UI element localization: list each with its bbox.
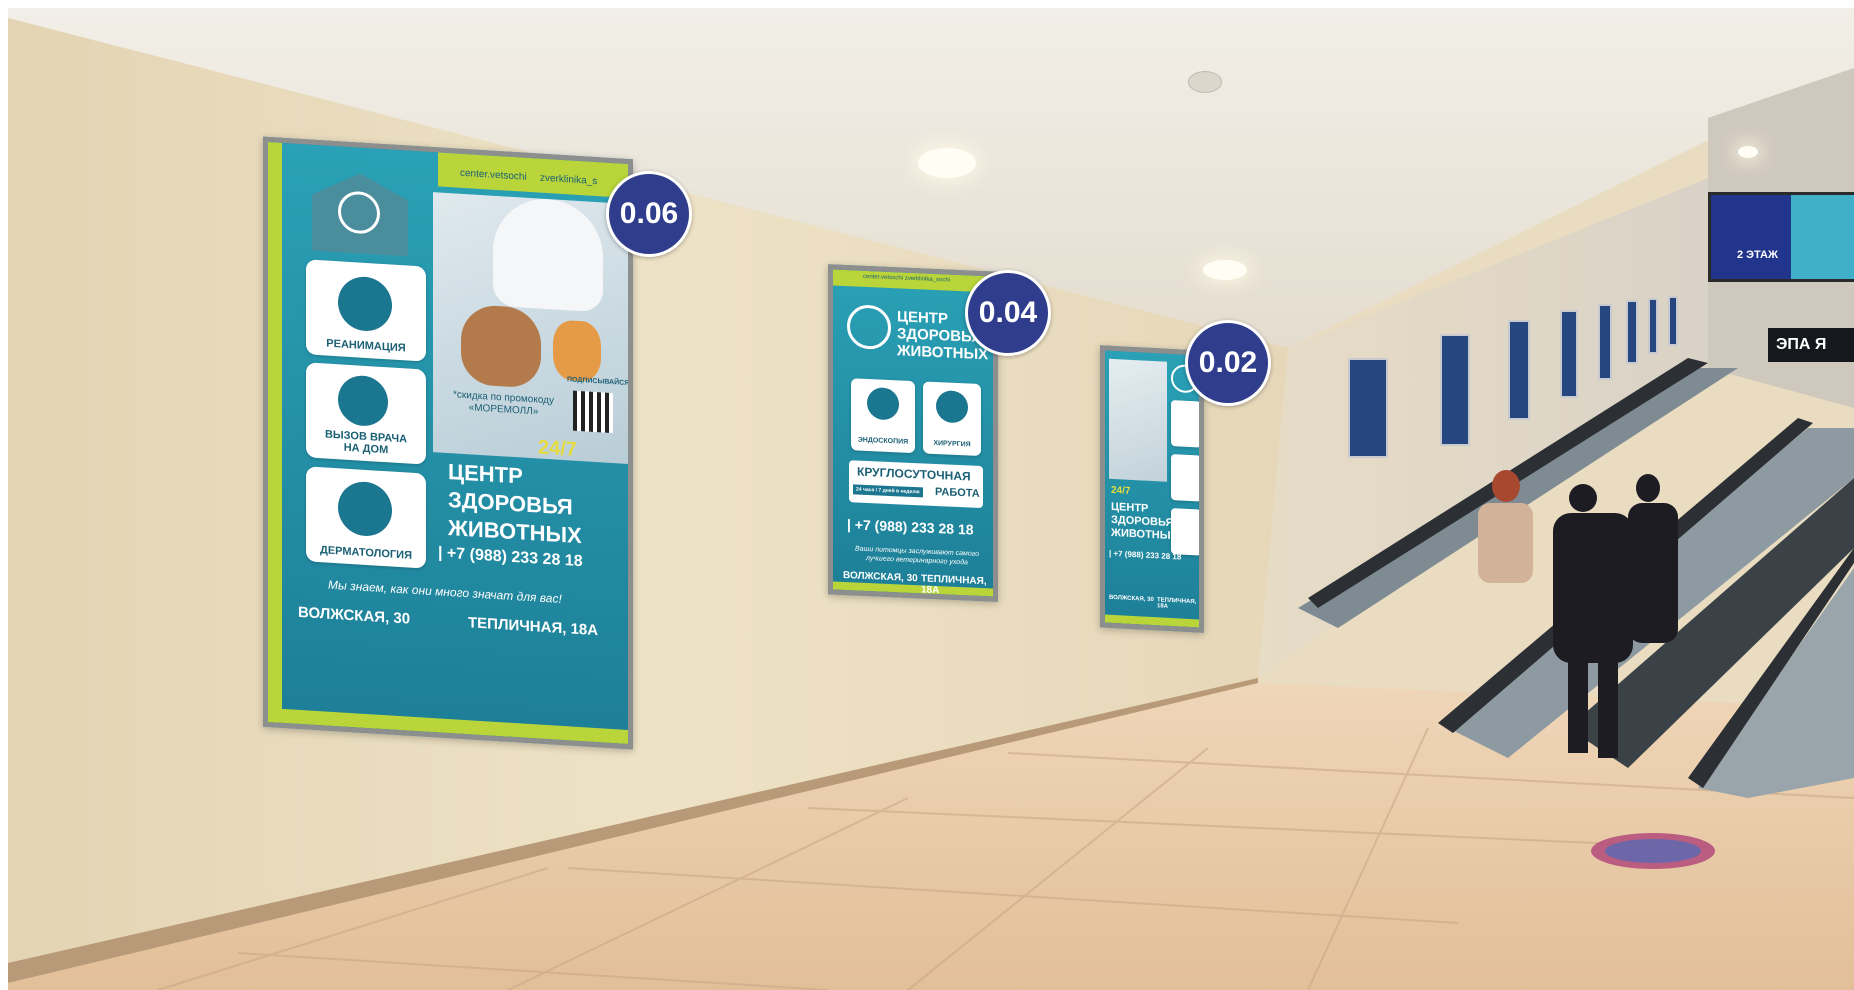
ambulance-icon (338, 374, 388, 428)
screen-floor-label: 2 ЭТАЖ (1737, 249, 1778, 261)
service-label: ЭНДОСКОПИЯ (857, 436, 909, 446)
clinic-title: ЦЕНТР ЗДОРОВЬЯ ЖИВОТНЫХ (1111, 500, 1178, 543)
dog-image (461, 303, 541, 389)
hours-text: 24/7 (538, 436, 577, 461)
service-tile-dermatology: ДЕРМАТОЛОГИЯ (306, 466, 426, 569)
banner-line-1: КРУГЛОСУТОЧНАЯ (857, 464, 971, 484)
escalator-wall-poster (1648, 298, 1658, 354)
service-tile-surgery: ХИРУРГИЯ (923, 381, 981, 456)
escalator-wall-poster (1440, 334, 1470, 446)
qr-code (573, 390, 613, 434)
qr-label: ПОДПИСЫВАЙСЯ (567, 376, 630, 388)
round-the-clock-banner: КРУГЛОСУТОЧНАЯ 24 часа / 7 дней в неделю… (849, 460, 983, 509)
escalator-wall-poster (1560, 310, 1578, 398)
store-sign-text: ЭПА Я (1776, 336, 1827, 353)
escalator-wall-poster (1668, 296, 1678, 346)
service-label: ДЕРМАТОЛОГИЯ (320, 544, 412, 562)
digital-screen: 2 ЭТАЖ (1708, 192, 1854, 282)
clinic-poster-large: center.vetsochi zverklinika_s ПОДПИСЫВАЙ… (263, 136, 633, 750)
address-2: ТЕПЛИЧНАЯ, 18А (1157, 597, 1197, 610)
service-label: ХИРУРГИЯ (933, 439, 971, 449)
vet-photo (1109, 358, 1167, 482)
escalator-wall-poster (1348, 358, 1388, 458)
escalator-wall-poster (1626, 300, 1638, 364)
store-sign: ЭПА Я (1768, 328, 1854, 362)
smoke-detector (1188, 71, 1222, 93)
value-badge: 0.04 (965, 270, 1051, 356)
banner-line-2: РАБОТА (935, 485, 980, 500)
escalator-wall-poster (1598, 304, 1612, 380)
surgery-icon (936, 390, 968, 424)
service-label: ВЫЗОВ ВРАЧА НА ДОМ (324, 428, 408, 457)
endoscopy-icon (867, 386, 899, 421)
cat-image (553, 319, 601, 383)
clinic-poster-small: 24/7 ЦЕНТР ЗДОРОВЬЯ ЖИВОТНЫХ | +7 (988) … (1100, 345, 1204, 633)
service-label: РЕАНИМАЦИЯ (326, 337, 406, 355)
value-badge: 0.02 (1185, 320, 1271, 406)
ceiling-light (1738, 146, 1758, 158)
dermatology-icon (338, 480, 392, 538)
service-tile (1171, 453, 1201, 502)
ceiling-light (918, 148, 976, 178)
vet-figure (493, 195, 603, 313)
address-2: ТЕПЛИЧНАЯ, 18А (921, 573, 987, 597)
service-tile-reanimation: РЕАНИМАЦИЯ (306, 259, 426, 362)
service-tile-home-visit: ВЫЗОВ ВРАЧА НА ДОМ (306, 362, 426, 465)
vet-photo: ПОДПИСЫВАЙСЯ *скидка по промокоду «МОРЕМ… (433, 192, 630, 465)
banner-hours: 24 часа / 7 дней в неделю (853, 484, 923, 498)
photo-scene: center.vetsochi zverklinika_s ПОДПИСЫВАЙ… (8, 8, 1854, 990)
clinic-title: ЦЕНТР ЗДОРОВЬЯ ЖИВОТНЫХ (448, 459, 582, 549)
hours-text: 24/7 (1111, 484, 1131, 497)
service-tile (1171, 399, 1201, 448)
escalator-wall-poster (1508, 320, 1530, 420)
promo-text: *скидка по промокоду «МОРЕМОЛЛ» (453, 389, 555, 418)
ceiling-light (1203, 260, 1247, 280)
service-tile-endoscopy: ЭНДОСКОПИЯ (851, 378, 915, 454)
screen-content (1711, 195, 1791, 279)
reanimation-icon (338, 275, 392, 333)
screen-photo (1791, 195, 1854, 279)
value-badge: 0.06 (606, 171, 692, 257)
